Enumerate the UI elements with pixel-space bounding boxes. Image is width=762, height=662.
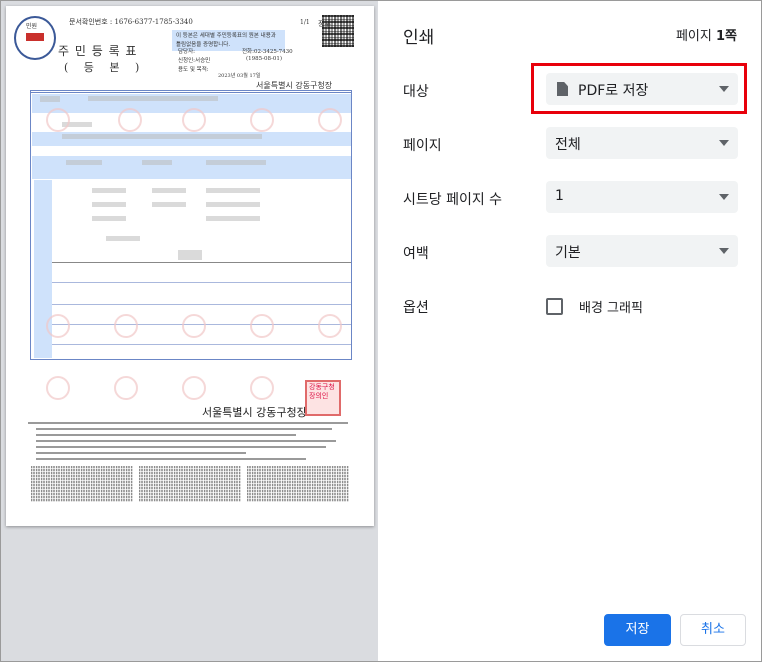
- preview-page: 민원 문서확인번호 : 1676-6377-1785-3340 1/1 정부 주…: [6, 6, 374, 526]
- official-stamp-icon: 강동구청장의인: [305, 380, 341, 416]
- birth: (1985-08-01): [246, 56, 283, 62]
- chevron-down-icon: [719, 248, 729, 254]
- dialog-title: 인쇄: [403, 28, 435, 48]
- doc-subtitle: ( 등 본 ): [64, 61, 146, 74]
- notice-line1: 이 등본은 세대별 주민등록표의 원본 내용과: [176, 33, 276, 39]
- issuer-bottom: 서울특별시 강동구청장: [202, 406, 307, 419]
- page-count: 1/1: [300, 19, 310, 26]
- pages-label: 페이지: [403, 138, 442, 154]
- barcode-left: [31, 466, 133, 502]
- options-label: 옵션: [403, 300, 429, 316]
- background-graphics-checkbox[interactable]: [546, 298, 563, 315]
- barcode-right: [247, 466, 349, 502]
- doc-number: 문서확인번호 : 1676-6377-1785-3340: [69, 18, 193, 26]
- seal-label: 민원: [26, 23, 38, 30]
- chevron-down-icon: [719, 140, 729, 146]
- pages-select[interactable]: 전체: [546, 127, 738, 159]
- pages-per-sheet-select[interactable]: 1: [546, 181, 738, 213]
- purpose: 용도 및 목적:: [178, 67, 209, 73]
- emblem: 정부: [318, 20, 331, 28]
- barcode-middle: [139, 466, 241, 502]
- print-settings-panel: 인쇄 페이지 1쪽 대상 PDF로 저장 페이지 전체 시트당 페이지 수 1 …: [378, 1, 761, 661]
- cancel-button[interactable]: 취소: [680, 614, 746, 646]
- doc-title: 주 민 등 록 표: [58, 44, 138, 58]
- background-graphics-label[interactable]: 배경 그래픽: [579, 297, 643, 316]
- print-preview: 민원 문서확인번호 : 1676-6377-1785-3340 1/1 정부 주…: [1, 1, 378, 661]
- destination-highlight-box: [531, 63, 747, 114]
- applicant: 신청인:서승민: [178, 58, 211, 64]
- pages-per-sheet-value: 1: [555, 188, 564, 204]
- print-dialog: 민원 문서확인번호 : 1676-6377-1785-3340 1/1 정부 주…: [0, 0, 762, 662]
- office-label: 담당자:: [178, 49, 196, 55]
- government-seal-icon: 민원: [14, 16, 56, 60]
- page-count-info: 페이지 1쪽: [675, 29, 737, 44]
- margins-select[interactable]: 기본: [546, 235, 738, 267]
- pages-per-sheet-label: 시트당 페이지 수: [403, 192, 503, 208]
- phone: 전화:02-3425-7430: [242, 49, 293, 55]
- save-button[interactable]: 저장: [604, 614, 671, 646]
- issue-date: 2023년 03월 17일: [218, 73, 261, 79]
- chevron-down-icon: [719, 194, 729, 200]
- pages-value: 전체: [555, 137, 581, 153]
- destination-label: 대상: [403, 84, 429, 100]
- margins-value: 기본: [555, 245, 581, 261]
- margins-label: 여백: [403, 246, 429, 262]
